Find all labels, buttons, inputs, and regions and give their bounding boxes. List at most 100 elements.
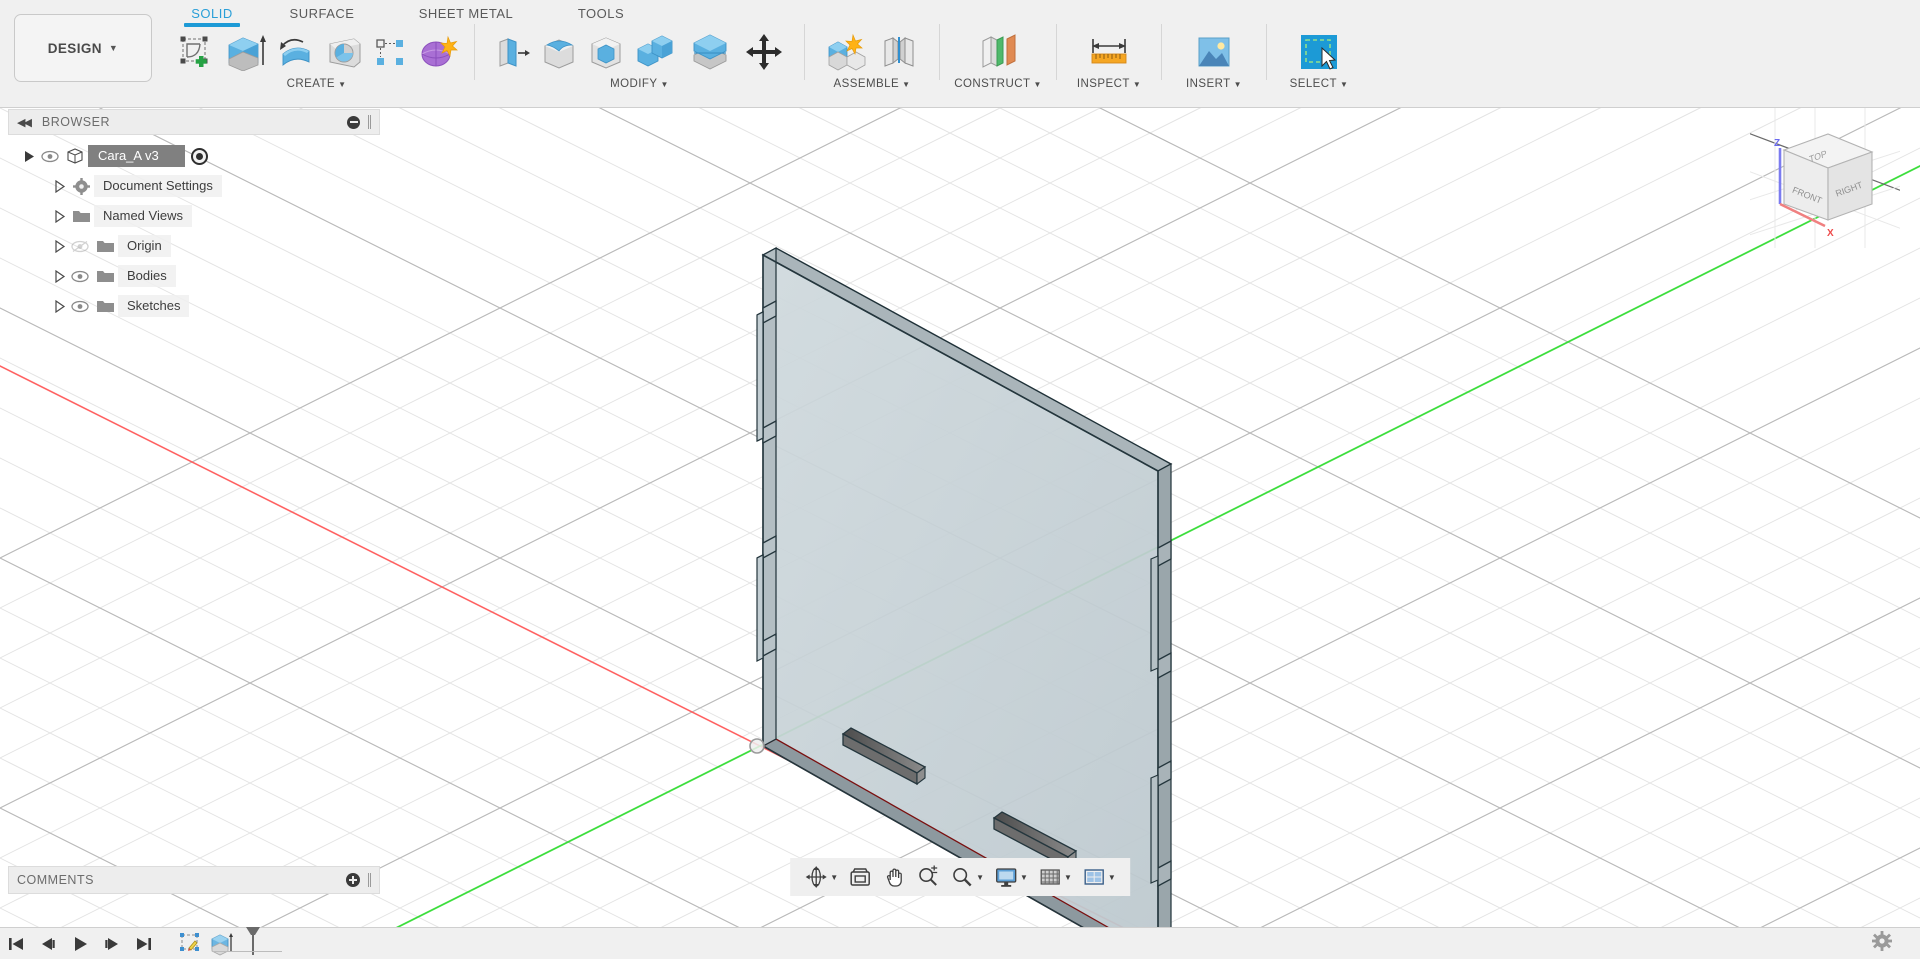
grid-snap-icon[interactable]: ▼ bbox=[1034, 861, 1076, 893]
orbit-icon[interactable]: ▼ bbox=[800, 861, 842, 893]
chevron-down-icon: ▼ bbox=[1340, 80, 1349, 89]
play-button[interactable] bbox=[64, 929, 96, 959]
joint-icon[interactable] bbox=[872, 25, 926, 79]
browser-minimize-icon[interactable] bbox=[347, 115, 360, 129]
expand-arrow-icon[interactable] bbox=[50, 177, 68, 195]
timeline-extrude-feature[interactable] bbox=[206, 929, 238, 959]
offset-plane-icon[interactable] bbox=[971, 25, 1025, 79]
folder-icon bbox=[92, 298, 118, 314]
select-window-icon[interactable] bbox=[1292, 25, 1346, 79]
panel-modify-label[interactable]: MODIFY ▼ bbox=[610, 78, 669, 90]
zoom-window-icon[interactable]: ▼ bbox=[946, 861, 988, 893]
expand-arrow-icon[interactable] bbox=[50, 237, 68, 255]
chevron-down-icon[interactable]: ▼ bbox=[1064, 873, 1072, 882]
workspace-switcher-button[interactable]: DESIGN ▼ bbox=[14, 14, 152, 82]
add-comment-icon[interactable] bbox=[346, 873, 360, 887]
view-cube[interactable]: TOP FRONT RIGHT Z X bbox=[1739, 108, 1911, 248]
browser-resize-grip[interactable] bbox=[368, 115, 371, 129]
pan-hand-icon[interactable] bbox=[878, 861, 910, 893]
panel-divider bbox=[474, 24, 475, 80]
browser-title: BROWSER bbox=[41, 115, 111, 129]
panel-select: SELECT ▼ bbox=[1274, 24, 1364, 90]
measure-icon[interactable] bbox=[1082, 25, 1136, 79]
panel-insert-label[interactable]: INSERT ▼ bbox=[1186, 78, 1242, 90]
chevron-down-icon: ▼ bbox=[1033, 80, 1042, 89]
activate-component-radio[interactable] bbox=[190, 147, 208, 165]
expand-arrow-icon[interactable] bbox=[50, 297, 68, 315]
timeline-features bbox=[174, 926, 282, 959]
chevron-down-icon: ▼ bbox=[108, 43, 119, 53]
visibility-eye-icon[interactable] bbox=[68, 300, 92, 313]
panel-assemble-label[interactable]: ASSEMBLE ▼ bbox=[834, 78, 911, 90]
insert-image-icon[interactable] bbox=[1187, 25, 1241, 79]
chevron-down-icon[interactable]: ▼ bbox=[830, 873, 838, 882]
chevron-down-icon: ▼ bbox=[1132, 80, 1142, 89]
tree-node-document-settings[interactable]: Document Settings bbox=[8, 171, 380, 201]
expand-arrow-icon[interactable] bbox=[20, 147, 38, 165]
visibility-eye-off-icon[interactable] bbox=[68, 240, 92, 253]
gear-icon[interactable] bbox=[1872, 931, 1892, 956]
tab-sheet-metal-label: SHEET METAL bbox=[418, 6, 514, 21]
fusion360-window: TOP FRONT RIGHT Z X DESIGN ▼ SOLID SURFA… bbox=[0, 0, 1920, 959]
panel-assemble: ASSEMBLE ▼ bbox=[812, 24, 932, 90]
go-to-end-button[interactable] bbox=[128, 929, 160, 959]
create-sketch-icon[interactable] bbox=[172, 25, 219, 79]
visibility-eye-icon[interactable] bbox=[68, 270, 92, 283]
sweep-icon[interactable] bbox=[320, 25, 367, 79]
comments-panel[interactable]: COMMENTS bbox=[8, 866, 380, 894]
tree-label-component: Cara_A v3 bbox=[88, 145, 185, 167]
shell-icon[interactable] bbox=[582, 25, 629, 79]
move-copy-icon[interactable] bbox=[737, 25, 791, 79]
extrude-icon[interactable] bbox=[219, 25, 273, 79]
timeline-marker[interactable] bbox=[242, 926, 264, 959]
tab-solid-label: SOLID bbox=[191, 6, 233, 21]
chevron-down-icon[interactable]: ▼ bbox=[1108, 873, 1116, 882]
combine-icon[interactable] bbox=[629, 25, 683, 79]
panel-divider bbox=[804, 24, 805, 80]
tree-label-origin: Origin bbox=[118, 235, 171, 257]
fillet-icon[interactable] bbox=[535, 25, 582, 79]
timeline-sketch-feature[interactable] bbox=[174, 929, 206, 959]
expand-arrow-icon[interactable] bbox=[50, 267, 68, 285]
panel-create-label[interactable]: CREATE ▼ bbox=[287, 78, 347, 90]
viewports-icon[interactable]: ▼ bbox=[1078, 861, 1120, 893]
panel-select-label[interactable]: SELECT ▼ bbox=[1290, 78, 1349, 90]
tree-node-sketches[interactable]: Sketches bbox=[8, 291, 380, 321]
panel-construct-label[interactable]: CONSTRUCT ▼ bbox=[954, 78, 1042, 90]
pattern-icon[interactable] bbox=[367, 25, 414, 79]
step-back-button[interactable] bbox=[32, 929, 64, 959]
tree-label-named-views: Named Views bbox=[94, 205, 192, 227]
collapse-browser-icon[interactable]: ◀◀ bbox=[17, 116, 32, 129]
chevron-down-icon: ▼ bbox=[1233, 80, 1243, 89]
revolve-icon[interactable] bbox=[273, 25, 320, 79]
go-to-beginning-button[interactable] bbox=[0, 929, 32, 959]
timeline-bar bbox=[0, 927, 1920, 959]
visibility-eye-icon[interactable] bbox=[38, 150, 62, 163]
panel-inspect-label[interactable]: INSPECT ▼ bbox=[1077, 78, 1141, 90]
press-pull-icon[interactable] bbox=[488, 25, 535, 79]
chevron-down-icon[interactable]: ▼ bbox=[976, 873, 984, 882]
ribbon-tool-panels: CREATE ▼ MODIFY ▼ ASSEMBLE ▼ CONSTRUCT ▼… bbox=[166, 24, 1364, 104]
chevron-down-icon[interactable]: ▼ bbox=[1020, 873, 1028, 882]
step-forward-button[interactable] bbox=[96, 929, 128, 959]
tree-label-sketches: Sketches bbox=[118, 295, 190, 317]
zoom-plusminus-icon[interactable] bbox=[912, 861, 944, 893]
tree-node-named-views[interactable]: Named Views bbox=[8, 201, 380, 231]
workspace-label: DESIGN bbox=[47, 40, 102, 56]
pan-look-at-icon[interactable] bbox=[844, 861, 876, 893]
create-form-icon[interactable] bbox=[414, 25, 461, 79]
tree-node-component-root[interactable]: Cara_A v3 bbox=[8, 141, 380, 171]
panel-construct: CONSTRUCT ▼ bbox=[947, 24, 1049, 90]
tree-node-origin[interactable]: Origin bbox=[8, 231, 380, 261]
cad-model-plate bbox=[756, 246, 1173, 959]
panel-insert: INSERT ▼ bbox=[1169, 24, 1259, 90]
display-settings-icon[interactable]: ▼ bbox=[990, 861, 1032, 893]
panel-create: CREATE ▼ bbox=[166, 24, 467, 90]
new-component-icon[interactable] bbox=[818, 25, 872, 79]
offset-face-icon[interactable] bbox=[683, 25, 737, 79]
tree-node-bodies[interactable]: Bodies bbox=[8, 261, 380, 291]
tree-label-document-settings: Document Settings bbox=[94, 175, 222, 197]
chevron-down-icon: ▼ bbox=[660, 80, 669, 89]
comments-resize-grip[interactable] bbox=[368, 873, 371, 887]
expand-arrow-icon[interactable] bbox=[50, 207, 68, 225]
